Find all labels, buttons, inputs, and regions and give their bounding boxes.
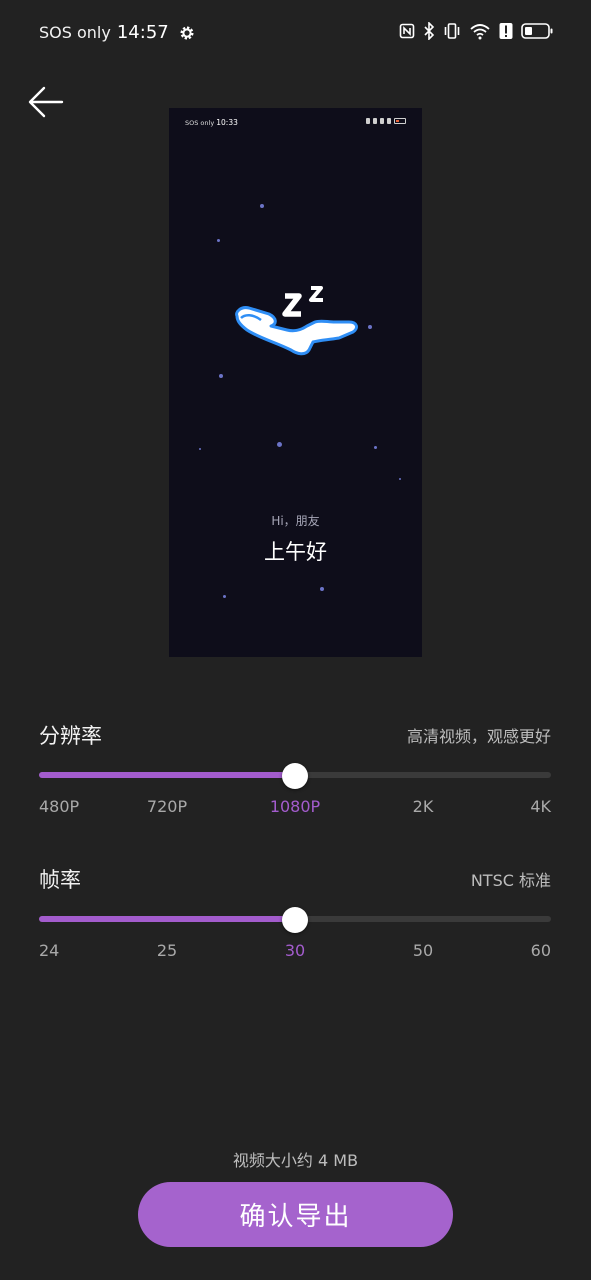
- nfc-icon: [399, 23, 415, 43]
- preview-clock-text: 10:33: [216, 118, 238, 127]
- star-dot: [399, 478, 401, 480]
- framerate-slider[interactable]: [39, 907, 551, 933]
- framerate-hint: NTSC 标准: [470, 871, 551, 890]
- framerate-options: 24 25 30 50 60: [39, 941, 551, 961]
- resolution-option[interactable]: 2K: [413, 797, 434, 816]
- framerate-title: 帧率: [39, 868, 81, 892]
- video-size-text: 视频大小约 4 MB: [232, 1151, 359, 1170]
- vibrate-icon: [443, 22, 461, 44]
- video-preview: SOS only 10:33 Hi，朋友 上午好: [169, 108, 422, 657]
- status-left: SOS only 14:57: [39, 22, 195, 43]
- star-dot: [217, 239, 220, 242]
- framerate-option[interactable]: 24: [39, 941, 59, 960]
- star-dot: [277, 442, 282, 447]
- preview-status-left: SOS only 10:33: [185, 118, 238, 127]
- star-dot: [199, 448, 201, 450]
- framerate-option[interactable]: 60: [531, 941, 551, 960]
- carrier-text: SOS only: [39, 23, 111, 42]
- preview-nfc-icon: [366, 118, 370, 124]
- export-video-screen: SOS only 14:57 SOS only 10:33 Hi，朋友 上午好 …: [0, 0, 591, 1280]
- star-dot: [368, 325, 372, 329]
- preview-wifi-icon: [380, 118, 384, 124]
- preview-carrier-text: SOS only: [185, 119, 215, 127]
- resolution-slider-thumb[interactable]: [282, 763, 308, 789]
- arrow-left-icon: [28, 86, 64, 118]
- star-dot: [320, 587, 324, 591]
- resolution-option[interactable]: 4K: [530, 797, 551, 816]
- resolution-slider[interactable]: [39, 763, 551, 789]
- resolution-option[interactable]: 720P: [147, 797, 187, 816]
- resolution-title: 分辨率: [39, 724, 102, 748]
- preview-status-icons: [366, 118, 406, 124]
- resolution-option[interactable]: 1080P: [270, 797, 320, 816]
- preview-greeting-small: Hi，朋友: [271, 514, 320, 528]
- framerate-option[interactable]: 50: [413, 941, 433, 960]
- back-button[interactable]: [26, 82, 66, 122]
- resolution-hint: 高清视频，观感更好: [406, 727, 551, 746]
- framerate-option[interactable]: 30: [285, 941, 305, 960]
- battery-icon: [521, 22, 553, 44]
- preview-status-bar: SOS only 10:33: [169, 108, 422, 134]
- star-dot: [219, 374, 223, 378]
- preview-alert-icon: [387, 118, 391, 124]
- preview-battery-icon: [394, 118, 406, 124]
- resolution-slider-fill: [39, 772, 295, 778]
- confirm-export-button[interactable]: 确认导出: [138, 1182, 453, 1247]
- framerate-slider-fill: [39, 916, 295, 922]
- star-dot: [223, 595, 226, 598]
- status-right: [399, 21, 553, 44]
- bluetooth-icon: [423, 21, 435, 44]
- alert-icon: [499, 22, 513, 44]
- star-dot: [374, 446, 377, 449]
- resolution-option[interactable]: 480P: [39, 797, 79, 816]
- wifi-icon: [469, 22, 491, 44]
- preview-bluetooth-icon: [373, 118, 377, 124]
- gear-icon: [179, 25, 195, 41]
- framerate-option[interactable]: 25: [157, 941, 177, 960]
- star-dot: [260, 204, 264, 208]
- resolution-options: 480P 720P 1080P 2K 4K: [39, 797, 551, 817]
- sleep-hand-icon: [235, 286, 358, 356]
- clock-text: 14:57: [116, 22, 169, 43]
- framerate-slider-thumb[interactable]: [282, 907, 308, 933]
- preview-greeting-large: 上午好: [264, 540, 327, 564]
- status-bar: SOS only 14:57: [0, 0, 591, 66]
